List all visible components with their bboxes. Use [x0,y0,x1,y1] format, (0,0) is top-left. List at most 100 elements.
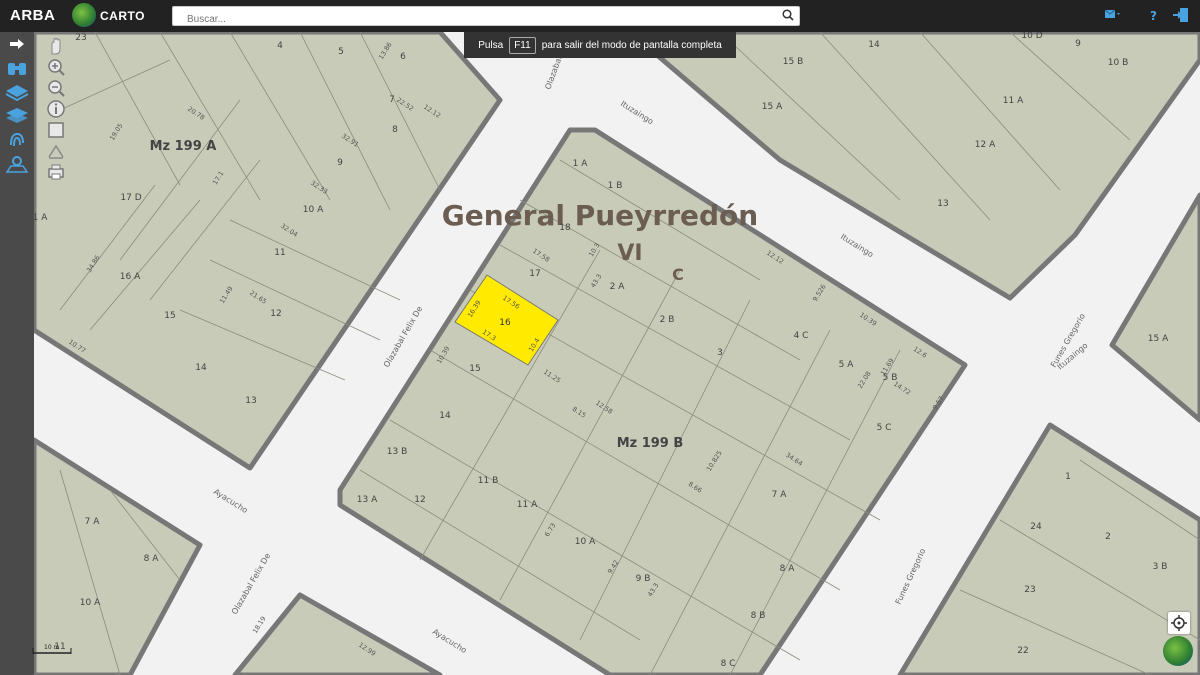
parcel-label: 1 A [34,213,48,223]
svg-text:?: ? [1150,9,1157,22]
square-select-icon[interactable] [46,120,66,140]
parcel-label: 5 C [877,423,892,433]
carto-logo[interactable]: CARTO [100,9,145,23]
arrow-right-icon[interactable] [0,33,34,56]
search-icon[interactable] [781,8,795,22]
parcel-label: 9 [1075,39,1081,49]
parcel-label: 17 [529,269,540,279]
carto-globe-icon [72,3,96,27]
parcel-label: 24 [1030,522,1042,532]
parcel-label: 7 A [772,490,788,500]
parcel-label: 13 [937,199,948,209]
mail-icon[interactable] [1104,8,1120,20]
parcel-label: 4 [277,41,283,51]
parcel-label: 2 B [660,315,675,325]
parcel-label: 18 [559,223,571,233]
parcel-label: 11 [274,248,285,258]
geolocate-button[interactable] [1168,612,1190,634]
zoom-out-icon[interactable] [46,78,66,98]
fullscreen-tooltip: Pulsa F11 para salir del modo de pantall… [464,32,736,58]
parcel-label: 1 [1065,472,1071,482]
brand-logo[interactable]: ARBA [10,7,55,24]
tooltip-key: F11 [509,36,536,54]
parcel-label: 10 B [1108,58,1129,68]
parcel-label: 12 [414,495,425,505]
selected-parcel-number: 16 [499,318,511,328]
parcel-label: 13 [245,396,256,406]
parcel-label: 9 B [636,574,651,584]
parcel-label: 9 [337,158,343,168]
parcel-label: 14 [195,363,207,373]
parcel-label: 3 B [1153,562,1168,572]
municipality-label: General Pueyrredón [442,199,758,232]
parcel-label: 11 A [517,500,538,510]
parcel-label: 16 A [120,272,141,282]
parcel-label: 10 D [1021,32,1042,41]
zoom-in-icon[interactable] [46,57,66,77]
parcel-label: 12 [270,309,281,319]
layers-stack-icon[interactable] [0,105,34,128]
map-tools [46,36,68,183]
binoculars-icon[interactable] [0,57,34,80]
help-icon[interactable]: ? [1148,8,1160,22]
scale-label: 10 m [44,644,60,651]
parcel-label: 4 C [794,331,809,341]
parcel-label: 22 [1017,646,1028,656]
layers-icon[interactable] [0,81,34,104]
tooltip-suffix: para salir del modo de pantalla completa [541,39,722,51]
parcel-label: 14 [439,411,451,421]
parcel-label: 1 A [573,159,589,169]
parcel-label: 8 C [721,659,736,669]
scale-bar: 10 m [32,644,72,655]
parcel-label: 15 B [783,57,804,67]
parcel-label: 13 A [357,495,378,505]
parcel-label: 17 D [120,193,141,203]
parcel-label: 15 [164,311,175,321]
parcel-label: 15 A [1148,334,1169,344]
cadastral-map[interactable]: General Pueyrredón VI C Mz 199 A Mz 199 … [34,32,1200,675]
parcel-label: 10 A [575,537,596,547]
parcel-label: 5 [338,47,344,57]
parcel-label: 8 A [780,564,796,574]
search-box[interactable] [172,6,800,29]
left-toolbar [0,32,34,675]
parcel-label: 10 A [80,598,101,608]
print-icon[interactable] [46,162,66,182]
parcel-label: 8 A [144,554,160,564]
parcel-label: 5 A [839,360,855,370]
crosshair-icon [1171,615,1187,631]
logout-icon[interactable] [1172,6,1190,24]
parcel-label: 7 A [85,517,101,527]
circ-label: VI [617,241,642,266]
section-label: C [672,265,684,284]
parcel-label: 14 [868,40,880,50]
top-bar: ARBA CARTO ? [0,0,1200,32]
parcel-label: 8 B [751,611,766,621]
parcel-label: 8 [392,125,398,135]
map-pin-icon[interactable] [0,153,34,176]
parcel-label: 23 [75,33,86,43]
measure-icon[interactable] [46,141,66,161]
parcel-label: 2 [1105,532,1111,542]
hand-pan-icon[interactable] [46,36,66,56]
parcel-label: 15 [469,364,480,374]
parcel-label: 3 [717,348,723,358]
basemap-globe-icon[interactable] [1163,636,1193,666]
parcel-label: 11 B [478,476,499,486]
search-input[interactable] [173,10,781,29]
parcel-label: 23 [1024,585,1035,595]
parcel-label: 15 A [762,102,783,112]
parcel-label: 6 [400,52,406,62]
info-icon[interactable] [46,99,66,119]
fingerprint-icon[interactable] [0,129,34,152]
parcel-label: 13 B [387,447,408,457]
parcel-label: 10 A [303,205,324,215]
parcel-label: 2 A [610,282,626,292]
tooltip-prefix: Pulsa [478,39,504,51]
parcel-label: 1 B [608,181,623,191]
block-label-a: Mz 199 A [150,139,217,154]
parcel-label: 12 A [975,140,996,150]
block-label-b: Mz 199 B [617,436,684,451]
parcel-label: 7 [389,95,395,105]
parcel-label: 11 A [1003,96,1024,106]
